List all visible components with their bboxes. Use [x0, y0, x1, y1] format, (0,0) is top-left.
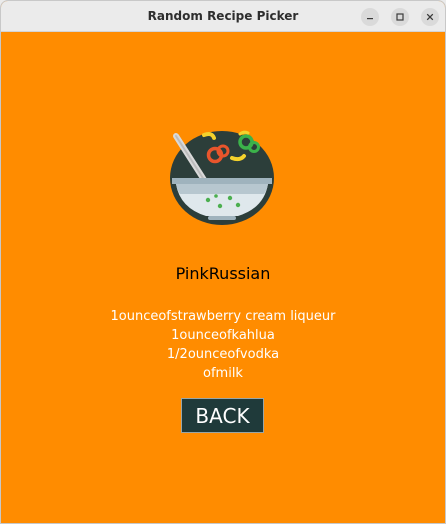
recipe-name: PinkRussian	[175, 264, 271, 283]
maximize-icon	[396, 13, 404, 21]
close-icon	[426, 13, 434, 21]
ingredient-item: ofmilk	[203, 366, 243, 381]
title-bar[interactable]: Random Recipe Picker	[1, 1, 445, 32]
ingredient-item: 1ounceofstrawberry cream liqueur	[110, 309, 336, 324]
main-content: PinkRussian 1ounceofstrawberry cream liq…	[1, 32, 445, 523]
minimize-button[interactable]	[361, 8, 379, 26]
ingredient-list: 1ounceofstrawberry cream liqueur 1ounceo…	[1, 307, 445, 383]
app-window: Random Recipe Picker PinkRussian 1ounceo…	[0, 0, 446, 524]
salad-bowl-icon	[170, 130, 274, 225]
back-button[interactable]: BACK	[181, 398, 264, 433]
minimize-icon	[367, 18, 373, 20]
maximize-button[interactable]	[391, 8, 409, 26]
close-button[interactable]	[421, 8, 439, 26]
ingredient-item: 1ounceofkahlua	[171, 328, 275, 343]
ingredient-item: 1/2ounceofvodka	[166, 347, 280, 362]
